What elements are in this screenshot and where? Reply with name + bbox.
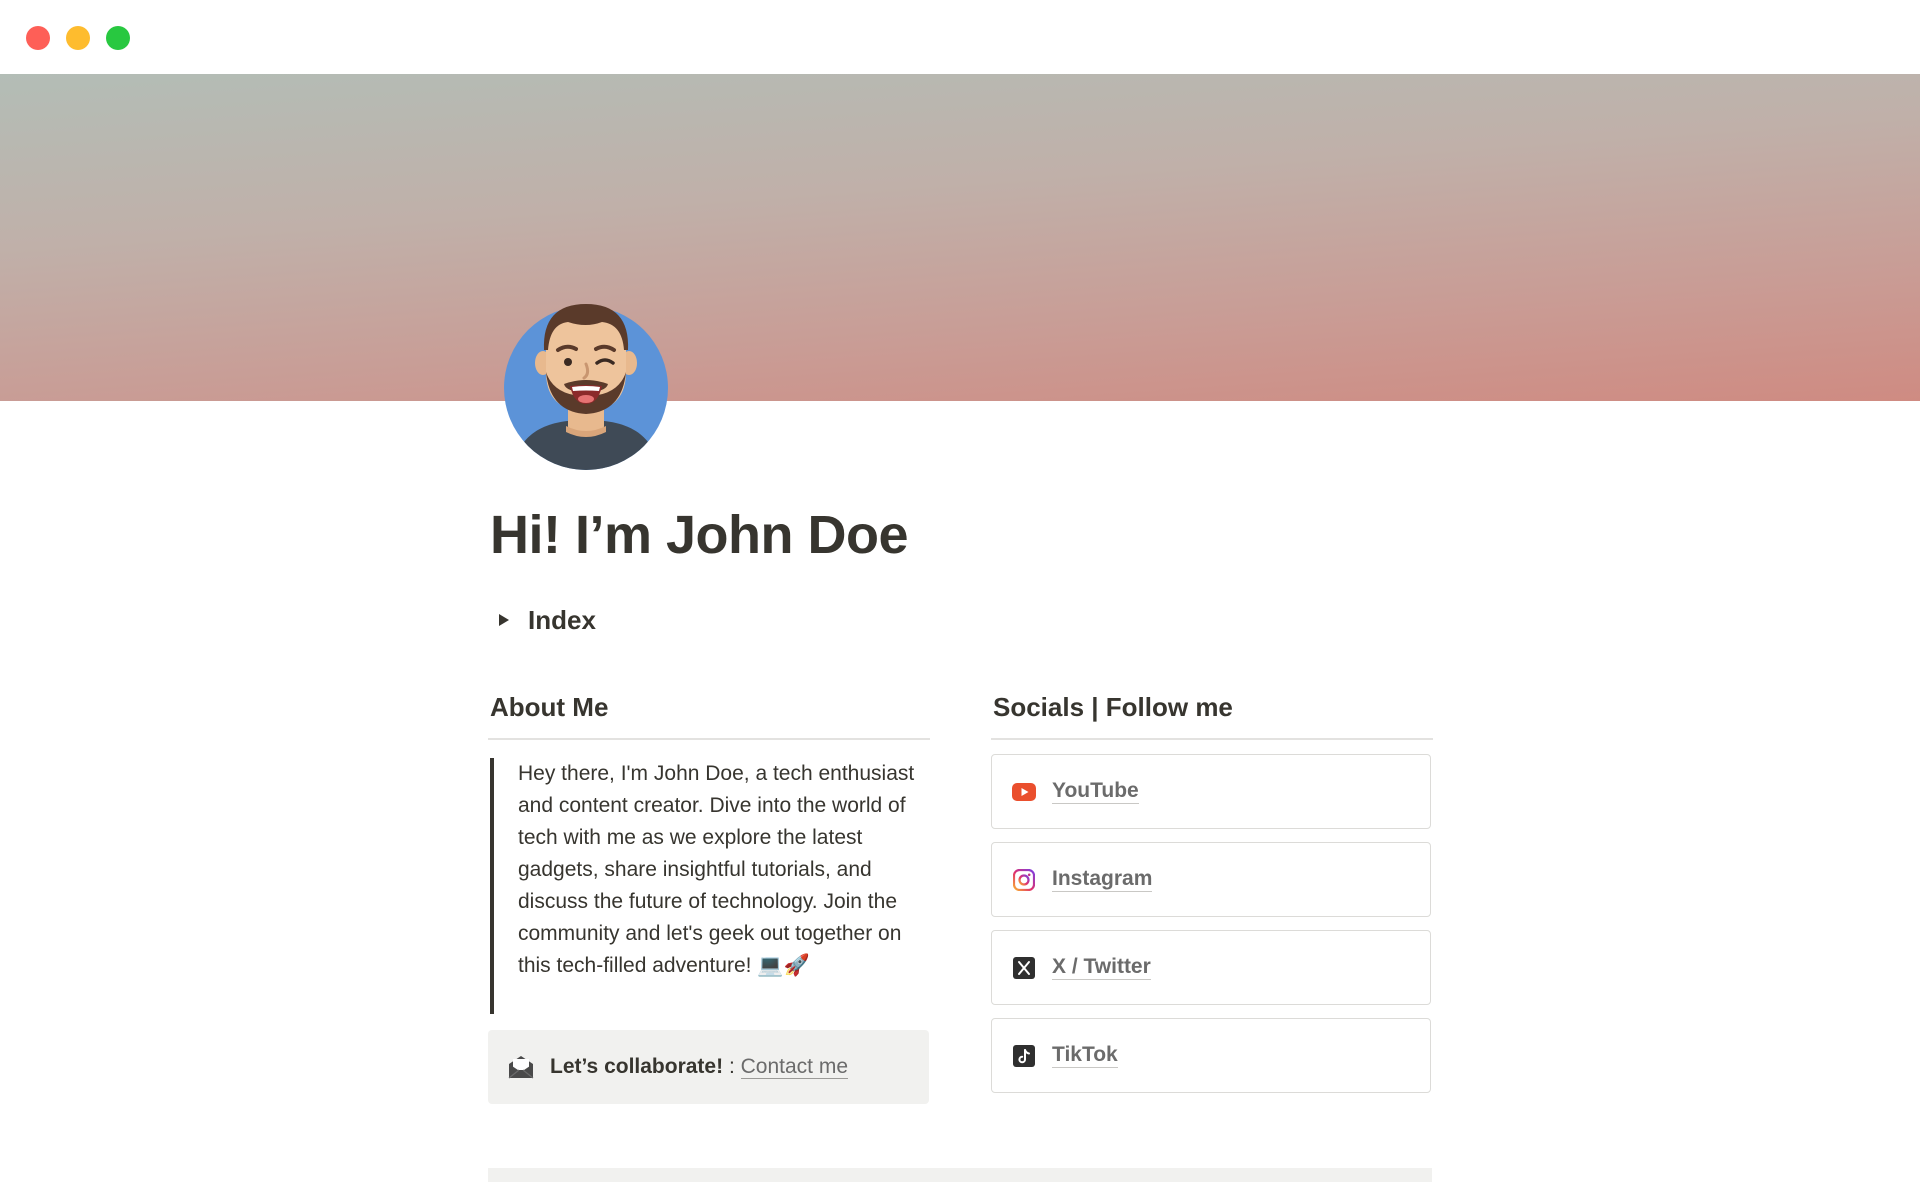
window-maximize-button[interactable] (106, 26, 130, 50)
x-twitter-label: X / Twitter (1052, 955, 1151, 980)
callout-separator: : (723, 1055, 741, 1078)
next-block-placeholder (488, 1168, 1432, 1182)
winking-bearded-man-avatar (502, 300, 670, 470)
instagram-link-card[interactable]: Instagram (991, 842, 1431, 917)
about-quote-text: Hey there, I'm John Doe, a tech enthusia… (518, 762, 915, 977)
window-titlebar (0, 0, 1920, 74)
index-toggle[interactable]: Index (492, 600, 596, 640)
socials-divider (991, 738, 1433, 740)
page-title: Hi! I’m John Doe (490, 505, 909, 565)
callout-text: Let’s collaborate! : Contact me (550, 1055, 849, 1079)
tiktok-label: TikTok (1052, 1043, 1118, 1068)
window-close-button[interactable] (26, 26, 50, 50)
open-envelope-icon (508, 1054, 534, 1080)
about-quote-block: Hey there, I'm John Doe, a tech enthusia… (490, 758, 938, 1014)
instagram-icon (1012, 868, 1036, 892)
callout-bold-text: Let’s collaborate! (550, 1055, 724, 1078)
socials-heading: Socials | Follow me (993, 692, 1233, 722)
youtube-link-card[interactable]: YouTube (991, 754, 1431, 829)
page-cover-image (0, 74, 1920, 401)
about-me-heading: About Me (490, 692, 609, 722)
triangle-right-icon[interactable] (492, 608, 516, 632)
window-minimize-button[interactable] (66, 26, 90, 50)
x-twitter-icon (1012, 956, 1036, 980)
x-twitter-link-card[interactable]: X / Twitter (991, 930, 1431, 1005)
index-toggle-label: Index (528, 604, 596, 635)
tiktok-link-card[interactable]: TikTok (991, 1018, 1431, 1093)
tiktok-icon (1012, 1044, 1036, 1068)
instagram-label: Instagram (1052, 867, 1153, 892)
about-divider (488, 738, 930, 740)
youtube-label: YouTube (1052, 779, 1139, 804)
contact-me-link[interactable]: Contact me (740, 1055, 849, 1079)
youtube-icon (1012, 780, 1036, 804)
collaborate-callout: Let’s collaborate! : Contact me (488, 1030, 929, 1104)
